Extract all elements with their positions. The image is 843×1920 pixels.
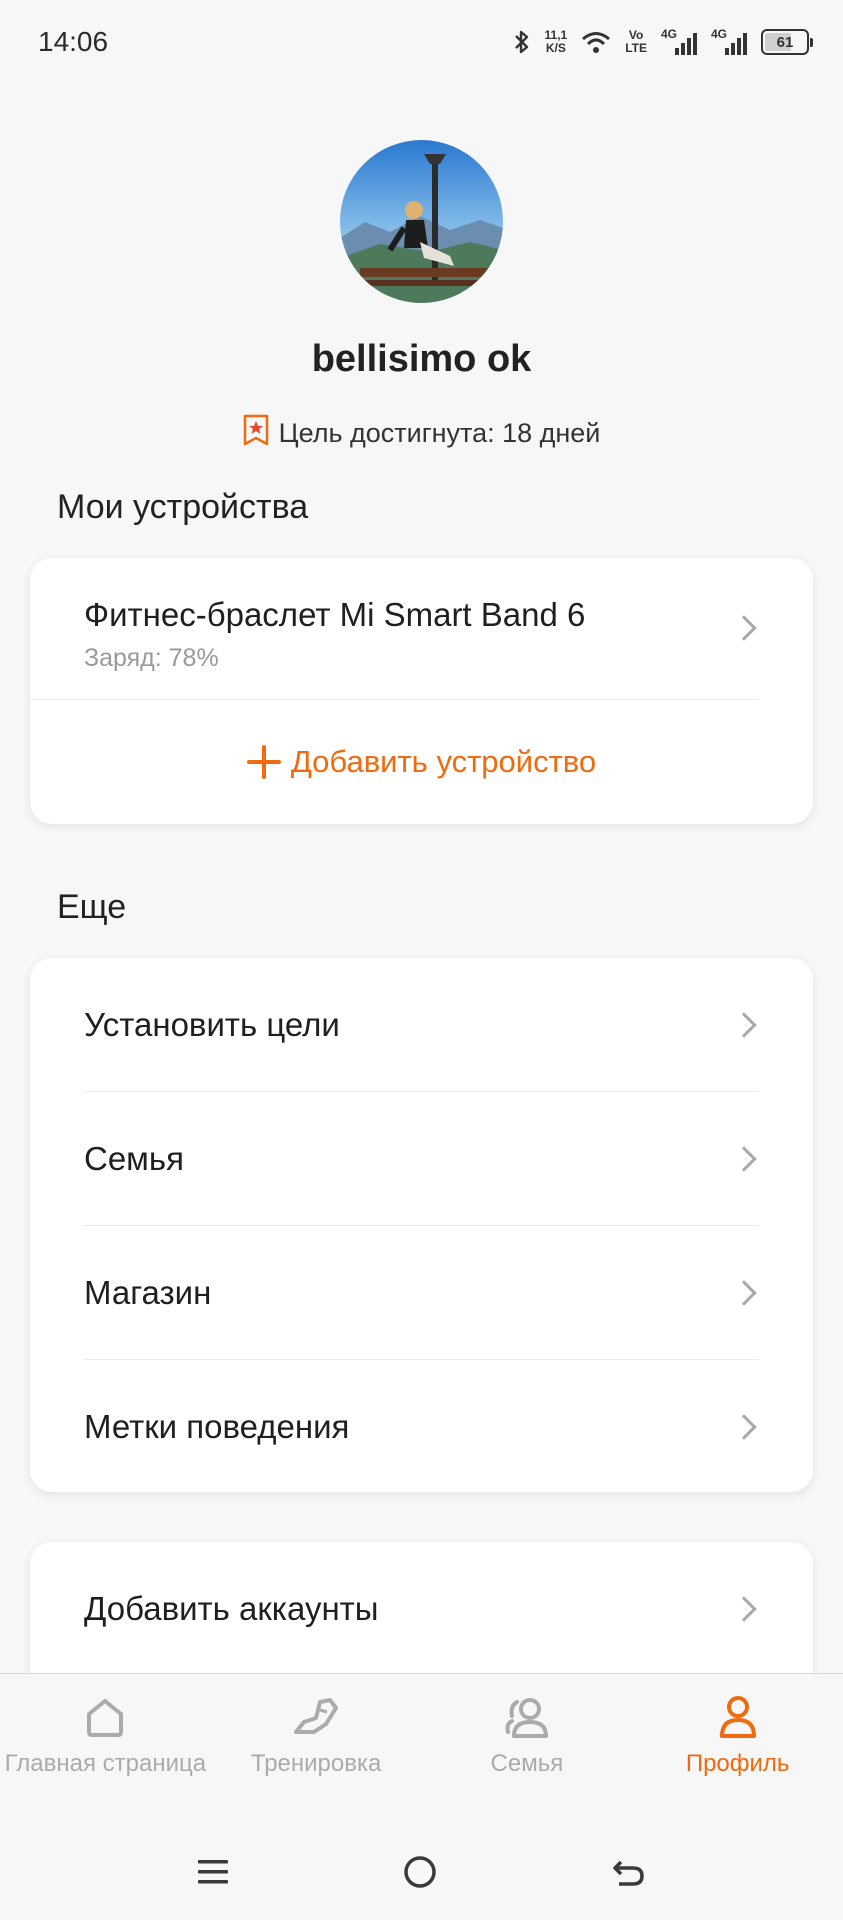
volte-bottom: LTE — [625, 41, 647, 55]
status-icons: 11,1 K/S Vo LTE 4G 4G 61 — [513, 27, 813, 55]
nav-item-family[interactable]: Семья — [422, 1674, 633, 1828]
menu-item-family[interactable]: Семья — [30, 1092, 813, 1226]
menu-item-store[interactable]: Магазин — [30, 1226, 813, 1360]
chevron-right-icon — [731, 1414, 757, 1440]
menu-item-label: Метки поведения — [84, 1408, 350, 1445]
menu-item-label: Семья — [84, 1140, 184, 1177]
system-navigation-bar — [0, 1828, 843, 1920]
menu-item-behavior-tags[interactable]: Метки поведения — [30, 1360, 813, 1494]
nav-item-workout[interactable]: Тренировка — [211, 1674, 422, 1828]
add-device-label: Добавить устройство — [290, 744, 597, 779]
menu-item-label: Добавить аккаунты — [84, 1590, 379, 1627]
menu-item-label: Установить цели — [84, 1006, 340, 1043]
nav-label: Семья — [490, 1750, 564, 1777]
avatar[interactable] — [340, 140, 503, 303]
nav-item-profile[interactable]: Профиль — [632, 1674, 843, 1828]
chevron-right-icon — [731, 1012, 757, 1038]
more-section-title: Еще — [57, 888, 127, 926]
status-time: 14:06 — [38, 26, 109, 57]
home-circle-icon[interactable] — [402, 1854, 438, 1895]
chevron-right-icon — [731, 1146, 757, 1172]
nav-item-home[interactable]: Главная страница — [0, 1674, 211, 1828]
volte-indicator: Vo LTE — [625, 29, 647, 55]
nav-label: Тренировка — [250, 1750, 382, 1777]
status-bar: 14:06 11,1 K/S Vo LTE 4G 4G 61 — [0, 0, 843, 84]
profile-username: bellisimo ok — [311, 338, 532, 380]
devices-card: Фитнес-браслет Mi Smart Band 6 Заряд: 78… — [30, 558, 813, 824]
goal-streak: Цель достигнута: 18 дней — [0, 414, 843, 453]
chevron-right-icon — [731, 1280, 757, 1306]
bottom-navigation: Главная страница Тренировка Семья Профил… — [0, 1673, 843, 1828]
menu-item-add-accounts[interactable]: Добавить аккаунты — [30, 1542, 813, 1676]
device-battery: Заряд: 78% — [84, 644, 219, 672]
add-device-button[interactable]: Добавить устройство — [30, 700, 813, 824]
wifi-icon — [581, 30, 611, 54]
device-row[interactable]: Фитнес-браслет Mi Smart Band 6 Заряд: 78… — [30, 558, 759, 700]
back-icon[interactable] — [611, 1854, 647, 1895]
signal-sim1-icon: 4G — [661, 27, 697, 55]
battery-level: 61 — [776, 33, 794, 51]
plus-icon — [246, 745, 281, 779]
network-speed-unit: K/S — [545, 41, 566, 55]
nav-label: Главная страница — [4, 1750, 207, 1777]
chevron-right-icon — [731, 1596, 757, 1622]
family-icon — [505, 1698, 548, 1738]
devices-section-title: Мои устройства — [57, 488, 309, 526]
goal-text: Цель достигнута: 18 дней — [278, 418, 601, 448]
menu-item-set-goals[interactable]: Установить цели — [30, 958, 813, 1092]
bluetooth-icon — [513, 29, 531, 55]
nav-label: Профиль — [685, 1750, 790, 1777]
menu-item-label: Магазин — [84, 1274, 212, 1311]
signal-sim2-icon: 4G — [711, 27, 747, 55]
ribbon-star-icon — [243, 414, 269, 453]
network-speed: 11,1 K/S — [545, 29, 568, 55]
home-icon — [87, 1699, 124, 1737]
battery-icon: 61 — [761, 29, 813, 55]
profile-icon — [719, 1696, 756, 1738]
more-card: Установить цели Семья Магазин Метки пове… — [30, 958, 813, 1492]
menu-icon[interactable] — [196, 1855, 230, 1894]
device-name: Фитнес-браслет Mi Smart Band 6 — [84, 596, 586, 633]
sneaker-icon — [294, 1698, 339, 1734]
